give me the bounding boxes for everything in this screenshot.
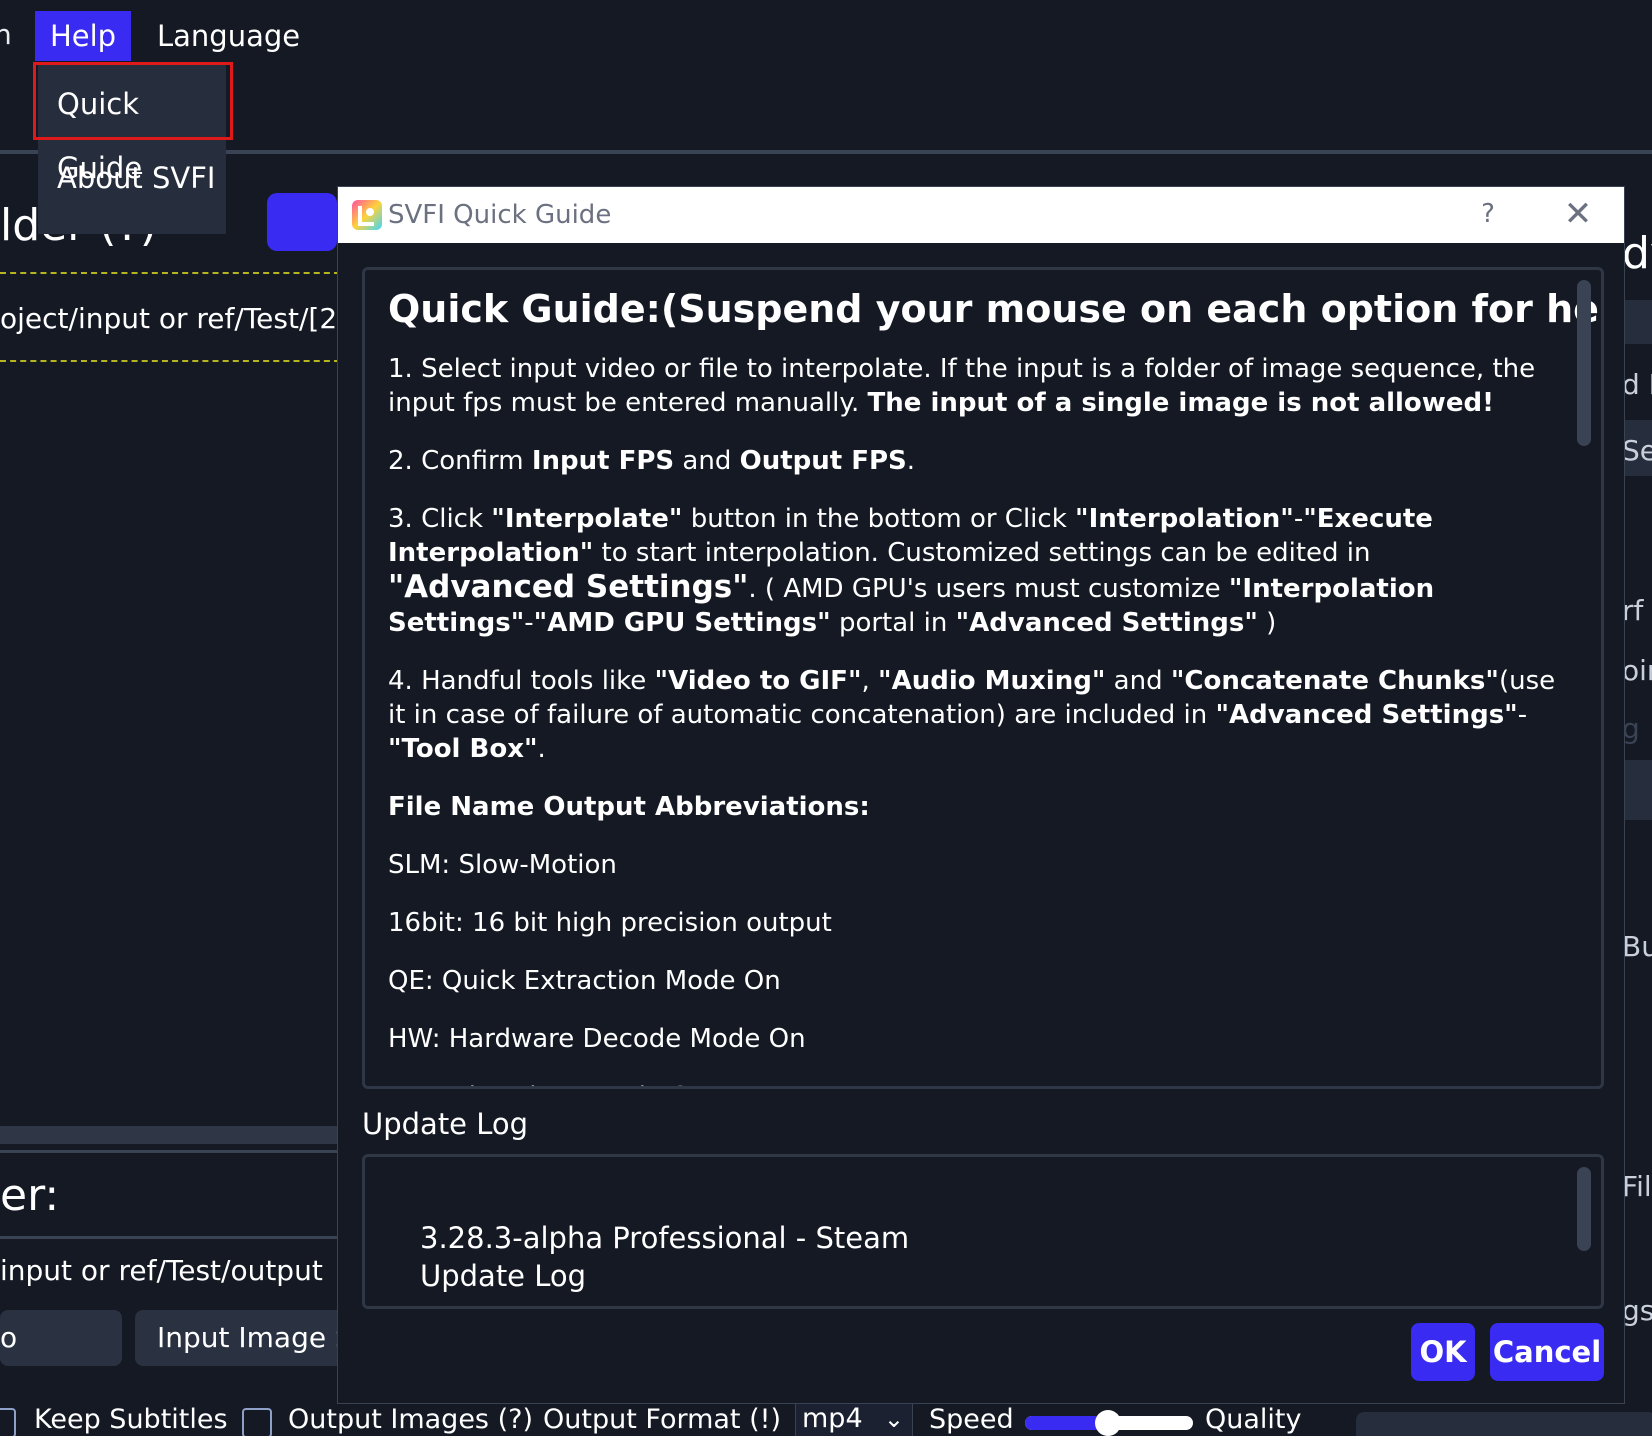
vertical-scrollbar[interactable] — [1577, 280, 1591, 446]
menu-language[interactable]: Language — [157, 11, 300, 61]
toolbox-button[interactable] — [1356, 1412, 1652, 1436]
right-label-fragment: rf — [1622, 594, 1644, 627]
cancel-button[interactable]: Cancel — [1490, 1323, 1604, 1381]
vertical-scrollbar[interactable] — [1577, 1167, 1591, 1251]
menu-item-quick-guide[interactable]: Quick Guide — [38, 72, 226, 185]
guide-step-2: 2. Confirm Input FPS and Output FPS. — [388, 446, 916, 476]
guide-heading: Quick Guide:(Suspend your mouse on each … — [388, 287, 1601, 331]
output-path-field[interactable]: input or ref/Test/output — [0, 1246, 340, 1296]
output-format-value: mp4 — [802, 1403, 863, 1434]
divider — [0, 1150, 340, 1153]
quality-label: Quality — [1205, 1404, 1302, 1435]
right-label-fragment: oin — [1622, 654, 1652, 687]
update-log-version: 3.28.3-alpha Professional - Steam — [420, 1221, 910, 1255]
advanced-title-fragment: dv — [1622, 228, 1652, 279]
divider — [0, 1236, 340, 1239]
svfi-app-icon — [352, 200, 382, 230]
guide-step-4: 4. Handful tools like "Video to GIF", "A… — [388, 666, 1556, 764]
quick-guide-dialog: SVFI Quick Guide ? ✕ Quick Guide:(Suspen… — [337, 186, 1625, 1404]
menu-item-partial[interactable]: n — [0, 18, 12, 51]
keep-subtitles-label: Keep Subtitles — [34, 1404, 228, 1435]
slider-handle[interactable] — [1094, 1410, 1121, 1436]
add-input-button[interactable] — [267, 193, 337, 251]
menu-item-about-svfi[interactable]: About SVFI — [38, 146, 226, 210]
guide-step-3: 3. Click "Interpolate" button in the bot… — [388, 504, 1435, 638]
right-label-fragment: File — [1622, 1170, 1652, 1203]
update-log-content: 3.28.3-alpha Professional - Steam Update… — [420, 1219, 909, 1295]
output-images-checkbox[interactable] — [242, 1408, 272, 1436]
guide-step-1: 1. Select input video or file to interpo… — [388, 354, 1536, 418]
dialog-title: SVFI Quick Guide — [388, 200, 612, 230]
close-icon[interactable]: ✕ — [1558, 195, 1598, 233]
partial-button[interactable]: o — [0, 1310, 122, 1366]
update-log-text-area[interactable]: 3.28.3-alpha Professional - Steam Update… — [362, 1154, 1604, 1309]
abbreviation-item: QE: Quick Extraction Mode On — [388, 966, 781, 996]
menu-bar: n Help Language — [0, 0, 1652, 78]
checkbox-partial[interactable] — [0, 1408, 16, 1436]
update-log-label: Update Log — [362, 1107, 529, 1141]
input-path-list[interactable]: oject/input or ref/Test/[2]/ — [0, 272, 340, 362]
ok-button[interactable]: OK — [1411, 1323, 1475, 1381]
help-menu-dropdown: Quick Guide About SVFI — [38, 62, 226, 234]
speed-label: Speed — [929, 1404, 1014, 1435]
horizontal-scrollbar[interactable] — [0, 1126, 340, 1144]
quick-guide-text-area[interactable]: Quick Guide:(Suspend your mouse on each … — [362, 267, 1604, 1089]
chevron-down-icon: ⌄ — [883, 1405, 904, 1433]
output-format-label: Output Format (!) — [543, 1404, 781, 1435]
menu-help[interactable]: Help — [35, 11, 131, 61]
dialog-titlebar[interactable]: SVFI Quick Guide ? ✕ — [338, 187, 1624, 243]
abbreviation-item: HW: Hardware Decode Mode On — [388, 1024, 806, 1054]
input-image-sequence-button[interactable]: Input Image S — [135, 1310, 345, 1366]
right-label-fragment: gs — [1622, 1294, 1652, 1327]
output-images-label: Output Images (?) — [288, 1404, 533, 1435]
right-label-fragment: d I — [1622, 368, 1652, 401]
abbreviation-item: SLM: Slow-Motion — [388, 850, 617, 880]
output-folder-title: er: — [0, 1170, 60, 1221]
help-icon[interactable]: ? — [1473, 197, 1503, 231]
update-log-subtitle: Update Log — [420, 1259, 587, 1293]
divider — [0, 150, 1652, 154]
abbreviation-item: 16bit: 16 bit high precision output — [388, 908, 832, 938]
right-label-fragment: Se — [1622, 434, 1652, 467]
quick-guide-content: Quick Guide:(Suspend your mouse on each … — [388, 284, 1601, 1086]
abbreviation-item: DI: Deinterlace Mode On — [388, 1080, 1558, 1086]
abbreviations-heading: File Name Output Abbreviations: — [388, 792, 870, 822]
right-label-fragment: Bu — [1622, 930, 1652, 963]
speed-quality-slider[interactable] — [1025, 1410, 1193, 1436]
